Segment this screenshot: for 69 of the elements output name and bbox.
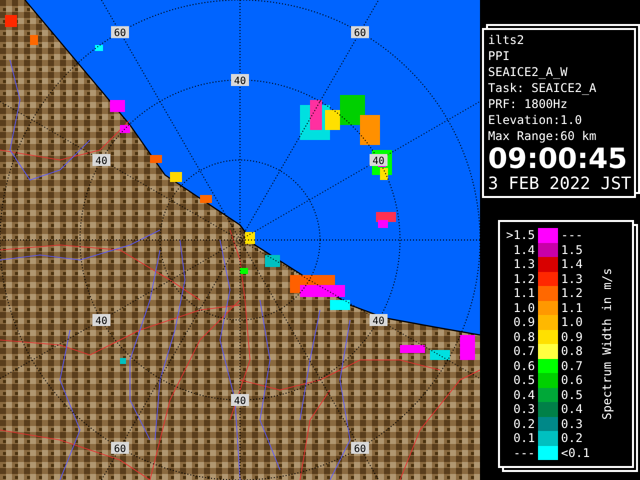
radar-echo-patch [360, 115, 380, 145]
info-line: Elevation:1.0 [488, 112, 583, 128]
radar-echo-patch [120, 125, 130, 133]
legend-label: 1.3 [512, 257, 536, 272]
radar-echo-patch [30, 35, 38, 45]
legend-label: 0.8 [512, 330, 536, 344]
range-label: 60 [111, 26, 129, 40]
radar-echo-patch [460, 335, 475, 360]
legend-label: 1.0 [560, 315, 584, 330]
legend-label: 0.8 [560, 344, 584, 358]
radar-echo-patch [240, 268, 248, 274]
radar-echo-patch [245, 232, 255, 244]
radar-echo-patch [150, 155, 162, 163]
legend-label: 0.2 [560, 431, 584, 446]
legend-label: 0.4 [512, 388, 536, 402]
legend-label: 1.4 [512, 242, 536, 257]
range-label: 40 [231, 74, 249, 87]
radar-echo-patch [110, 100, 125, 112]
radar-echo-patch [5, 15, 17, 27]
info-line: SEAICE2_A_W [488, 64, 568, 80]
legend-label: 1.4 [560, 257, 584, 272]
range-label: 40 [370, 154, 388, 167]
legend-label: 1.2 [512, 272, 536, 286]
info-line: PPI [488, 48, 511, 64]
range-label: 60 [351, 26, 369, 40]
range-label: 40 [92, 314, 110, 327]
info-line: Task: SEAICE2_A [488, 80, 598, 96]
info-line: ilts2 [488, 32, 526, 48]
range-label: 60 [351, 442, 369, 455]
legend-label: 1.3 [560, 272, 584, 286]
legend-label: 0.1 [512, 431, 536, 446]
legend-label: 0.6 [560, 373, 584, 388]
legend-label: 1.5 [560, 242, 584, 257]
range-label: 40 [370, 314, 388, 327]
info-line: PRF: 1800Hz [488, 96, 568, 112]
legend-label: 0.7 [560, 358, 584, 373]
legend-label: >1.5 [505, 228, 536, 242]
info-line: Max Range:60 km [488, 128, 598, 144]
radar-echo-patch [200, 195, 212, 203]
legend-label: <0.1 [560, 446, 591, 460]
radar-echo-patch [95, 45, 103, 51]
legend-label: 1.1 [560, 300, 584, 315]
radar-echo-patch [170, 172, 182, 182]
legend-label: 1.1 [512, 286, 536, 300]
legend-label: 0.5 [560, 388, 584, 402]
legend-label: 0.6 [512, 358, 536, 373]
legend-label: 0.5 [512, 373, 536, 388]
range-label: 40 [231, 394, 249, 407]
radar-echo-patch [265, 255, 280, 267]
radar-echo-patch [330, 300, 350, 310]
legend-label: --- [512, 446, 536, 460]
radar-echo-patch [430, 350, 450, 360]
legend-title: Spectrum Width in m/s [599, 268, 615, 420]
legend-label: 0.4 [560, 402, 584, 416]
legend-label: --- [560, 228, 584, 242]
legend-label: 0.9 [512, 315, 536, 330]
legend-label: 1.2 [560, 286, 584, 300]
range-label: 60 [111, 442, 129, 455]
legend-label: 0.3 [560, 416, 584, 431]
legend-label: 0.9 [560, 330, 584, 344]
legend-label: 0.7 [512, 344, 536, 358]
legend-label: 1.0 [512, 300, 536, 315]
range-label: 40 [92, 154, 110, 167]
date-display: 3 FEB 2022 JST [488, 174, 630, 194]
radar-echo-patch [120, 358, 126, 364]
legend-label: 0.3 [512, 402, 536, 416]
radar-echo-patch [400, 345, 425, 353]
time-display: 09:00:45 [488, 144, 628, 174]
legend-label: 0.2 [512, 416, 536, 431]
